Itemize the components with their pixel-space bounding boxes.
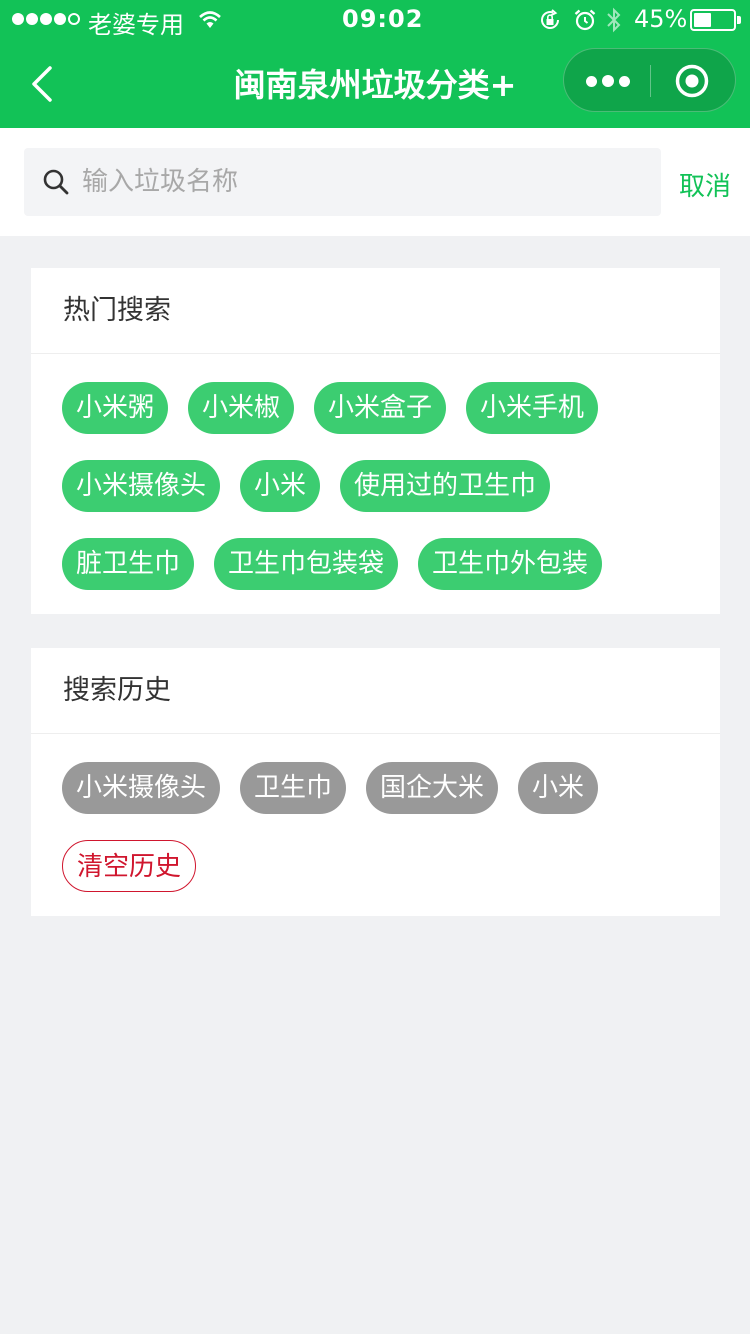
hot-search-tag[interactable]: 小米摄像头 (62, 460, 221, 512)
hot-search-tag[interactable]: 卫生巾外包装 (418, 538, 603, 590)
search-history-title: 搜索历史 (31, 648, 720, 734)
search-history-tags: 小米摄像头 卫生巾 国企大米 小米 清空历史 (31, 734, 720, 918)
top-bar: 老婆专用 09:02 45% 闽南泉州垃圾分类+ (0, 0, 750, 128)
hot-search-tag[interactable]: 小米手机 (466, 382, 599, 434)
search-bar: 取消 (0, 128, 750, 236)
hot-search-tags: 小米粥 小米椒 小米盒子 小米手机 小米摄像头 小米 使用过的卫生巾 脏卫生巾 … (31, 354, 720, 616)
hot-search-tag[interactable]: 使用过的卫生巾 (340, 460, 551, 512)
hot-search-tag[interactable]: 小米盒子 (314, 382, 447, 434)
hot-search-tag[interactable]: 脏卫生巾 (62, 538, 195, 590)
hot-search-title: 热门搜索 (31, 268, 720, 354)
cancel-button[interactable]: 取消 (679, 166, 731, 203)
mini-program-capsule (563, 48, 736, 112)
hot-search-tag[interactable]: 小米椒 (188, 382, 295, 434)
hot-search-tag[interactable]: 小米粥 (62, 382, 169, 434)
more-menu-icon[interactable] (586, 73, 630, 89)
rotation-lock-icon (541, 9, 559, 29)
battery-icon (690, 9, 741, 31)
alarm-icon (574, 9, 596, 31)
carrier-name: 老婆专用 (88, 11, 184, 39)
history-tag[interactable]: 卫生巾 (240, 762, 347, 814)
bluetooth-icon (607, 7, 621, 33)
hot-search-section: 热门搜索 小米粥 小米椒 小米盒子 小米手机 小米摄像头 小米 使用过的卫生巾 … (31, 268, 720, 614)
battery-percent: 45% (634, 5, 688, 33)
status-time: 09:02 (342, 5, 424, 33)
search-history-section: 搜索历史 小米摄像头 卫生巾 国企大米 小米 清空历史 (31, 648, 720, 916)
search-box[interactable] (24, 148, 661, 216)
navigation-bar: 闽南泉州垃圾分类+ (0, 40, 750, 128)
signal-strength-icon (12, 13, 80, 25)
history-tag[interactable]: 小米摄像头 (62, 762, 221, 814)
hot-search-tag[interactable]: 卫生巾包装袋 (214, 538, 399, 590)
search-icon (43, 169, 69, 195)
capsule-divider (650, 65, 651, 97)
close-mini-program-icon[interactable] (675, 64, 709, 98)
history-tag[interactable]: 国企大米 (366, 762, 499, 814)
wifi-icon (199, 11, 221, 28)
hot-search-tag[interactable]: 小米 (240, 460, 321, 512)
clear-history-button[interactable]: 清空历史 (62, 840, 197, 892)
history-tag[interactable]: 小米 (518, 762, 599, 814)
search-input[interactable] (82, 162, 642, 202)
status-bar: 老婆专用 09:02 45% (0, 0, 750, 40)
